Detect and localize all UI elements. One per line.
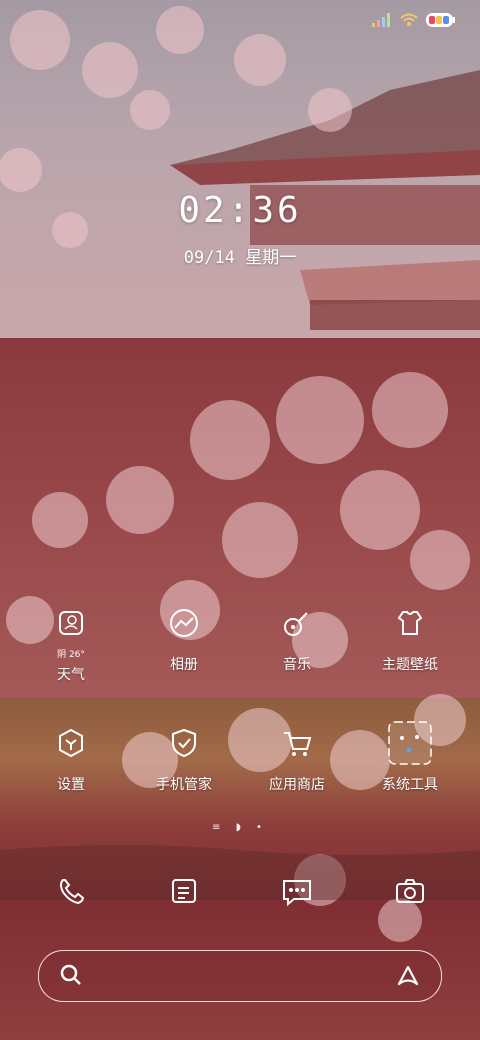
dock-phone[interactable] [16,868,126,914]
app-weather[interactable]: 阴 26° 天气 [16,600,126,684]
settings-icon [48,720,94,766]
app-label: 系统工具 [382,777,438,793]
page-indicator: ≡ ◗ • [212,822,268,833]
dock-camera[interactable] [355,868,465,914]
clock-date: 09/14 星期一 [183,248,297,268]
weather-temp: 阴 26° [57,650,85,660]
app-label: 手机管家 [156,777,212,793]
wifi-icon [400,13,418,26]
signal-icon [372,13,390,27]
cart-icon [274,720,320,766]
status-bar [372,10,456,30]
battery-icon [426,13,455,27]
app-label: 音乐 [283,657,311,673]
app-label: 天气 [57,667,85,683]
app-themes[interactable]: 主题壁纸 [355,600,465,674]
assistant-icon[interactable] [395,963,421,989]
message-icon [274,868,320,914]
app-label: 主题壁纸 [382,657,438,673]
gallery-icon [161,600,207,646]
shield-icon [161,720,207,766]
search-bar[interactable] [38,950,442,1002]
notes-icon [161,868,207,914]
clock-time: 02:36 [178,190,302,231]
app-gallery[interactable]: 相册 [129,600,239,674]
app-label: 相册 [170,657,198,673]
camera-icon [387,868,433,914]
dock-notes[interactable] [129,868,239,914]
app-system-tools[interactable]: 系统工具 [355,720,465,794]
tshirt-icon [387,600,433,646]
guitar-icon [274,600,320,646]
weather-icon: 阴 26° [48,600,94,660]
dock-messages[interactable] [242,868,352,914]
app-label: 应用商店 [269,777,325,793]
app-store[interactable]: 应用商店 [242,720,352,794]
folder-icon [387,720,433,766]
app-label: 设置 [57,777,85,793]
search-icon [60,964,81,985]
app-settings[interactable]: 设置 [16,720,126,794]
app-music[interactable]: 音乐 [242,600,352,674]
app-phone-manager[interactable]: 手机管家 [129,720,239,794]
phone-icon [48,868,94,914]
